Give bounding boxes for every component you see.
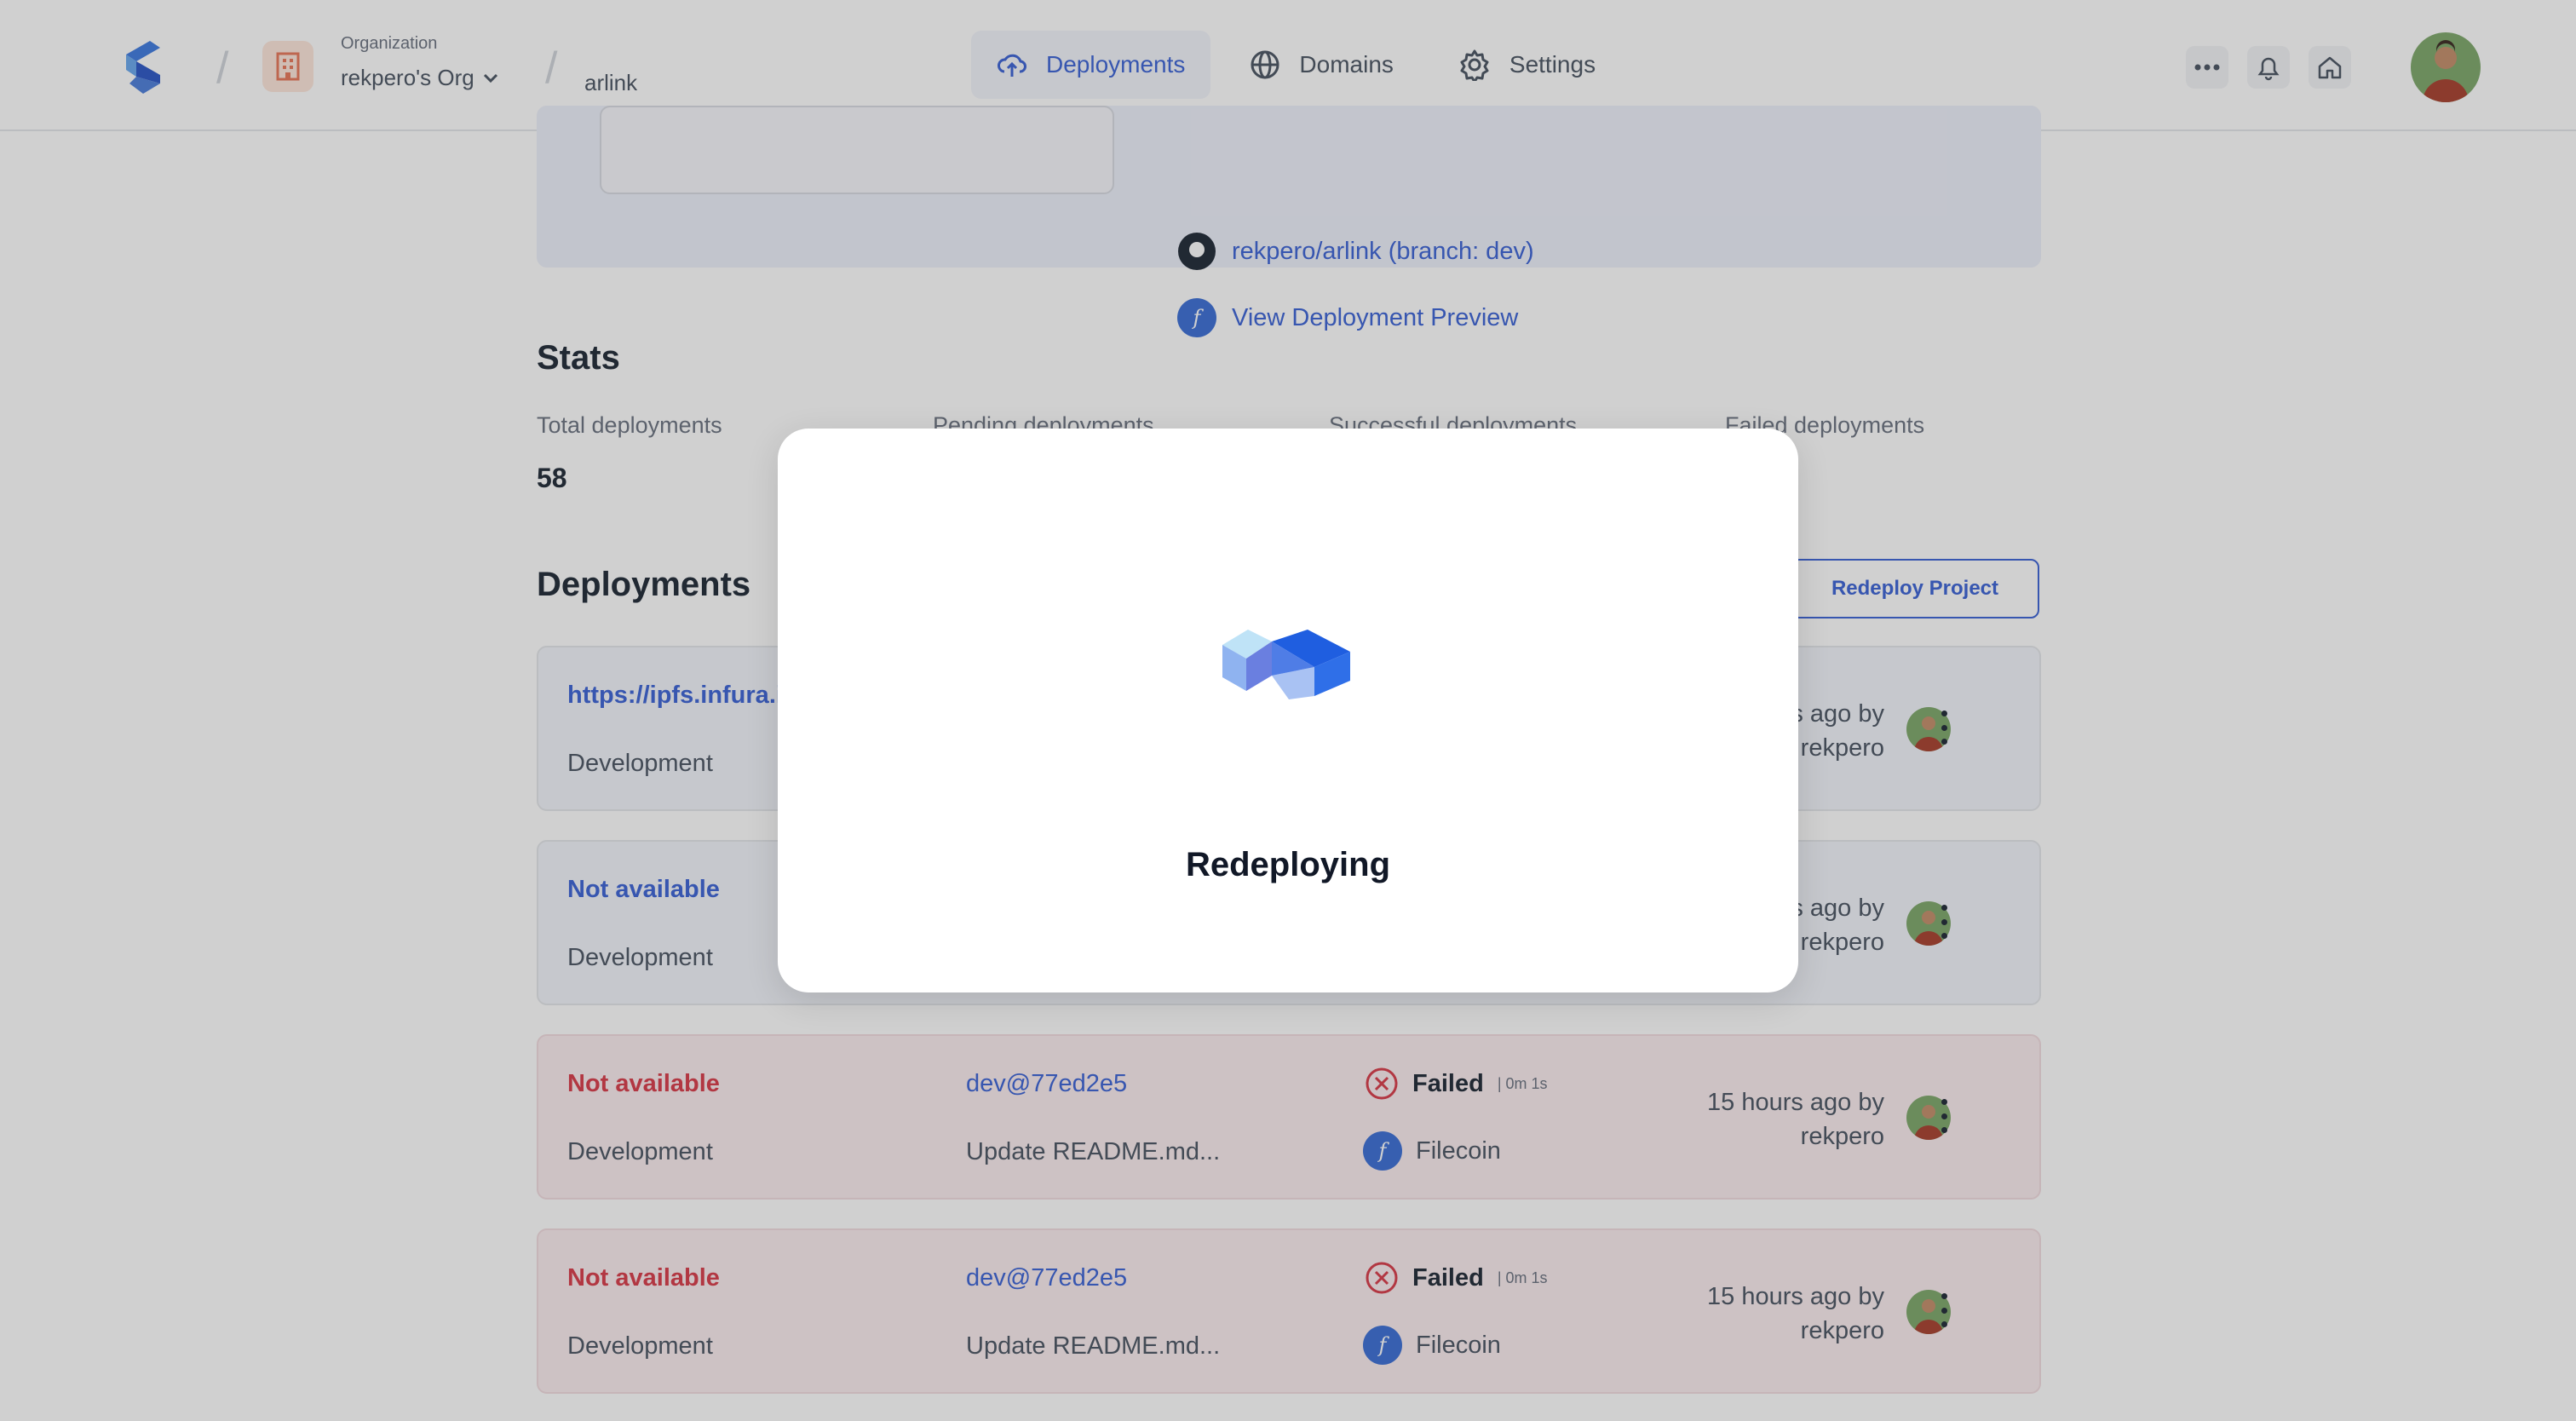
modal-title: Redeploying bbox=[1185, 846, 1391, 883]
redeploying-modal: Redeploying bbox=[778, 429, 1798, 992]
spheron-loading-icon bbox=[1222, 630, 1350, 699]
